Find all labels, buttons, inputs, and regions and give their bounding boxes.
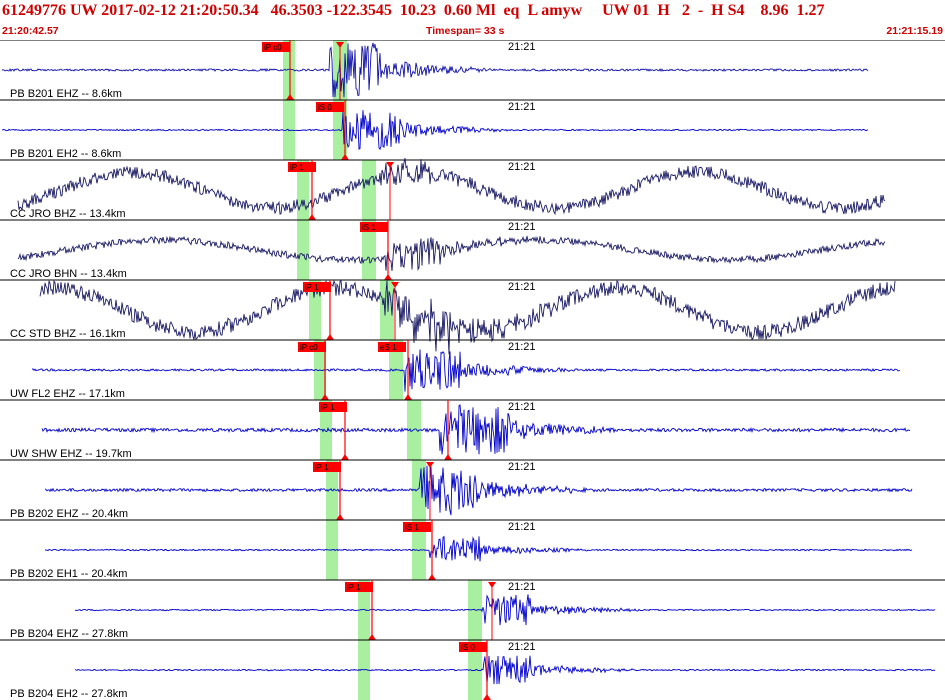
time-mark-label: 21:21 <box>508 401 536 413</box>
time-mark-label: 21:21 <box>508 221 536 233</box>
station-label: PB B202 EHZ -- 20.4km <box>10 508 128 520</box>
s-pick-label: iS 1 <box>362 223 376 232</box>
p-pick-label: iP 1 <box>315 463 329 472</box>
waveform <box>17 235 886 271</box>
time-range-bar: 21:20:42.57 Timespan= 33 s 21:21:15.19 <box>0 25 945 38</box>
waveform <box>41 404 911 455</box>
s-pick-label: eS 1 <box>380 343 397 352</box>
s-pick-marker <box>404 394 412 400</box>
window-end-time: 21:21:15.19 <box>886 25 943 37</box>
station-label: UW FL2 EHZ -- 17.1km <box>10 388 125 400</box>
time-mark-label: 21:21 <box>508 641 536 653</box>
trace-row[interactable]: 21:21 iP 1 CC JRO BHZ -- 13.4km <box>0 158 945 220</box>
waveform <box>1 110 869 151</box>
s-pick-marker <box>444 454 452 460</box>
s-pick-label: iS 0 <box>461 643 475 652</box>
p-pick-marker <box>341 454 349 460</box>
trace-row[interactable]: 21:21 iP 1 CC STD BHZ -- 16.1km <box>0 279 945 355</box>
trace-row[interactable]: 21:21 iP 1 PB B202 EHZ -- 20.4km <box>0 459 945 520</box>
time-mark-label: 21:21 <box>508 101 536 113</box>
p-pick-label: iP 1 <box>290 163 304 172</box>
waveform <box>32 349 901 392</box>
waveform <box>74 594 936 626</box>
s-pick-marker <box>428 574 436 580</box>
station-label: CC JRO BHN -- 13.4km <box>10 268 127 280</box>
station-label: UW SHW EHZ -- 19.7km <box>10 448 132 460</box>
s-window <box>362 160 376 220</box>
seismogram-panel[interactable]: 21:21 iP c0 PB B201 EHZ -- 8.6km 21:21 iS 0 P… <box>0 40 945 700</box>
window-start-time: 21:20:42.57 <box>2 25 59 37</box>
time-mark-label: 21:21 <box>508 41 536 53</box>
station-label: PB B204 EHZ -- 27.8km <box>10 628 128 640</box>
timespan-label: Timespan= 33 s <box>426 25 505 37</box>
trace-row[interactable]: 21:21 iP c0 eS 1 UW FL2 EHZ -- 17.1km <box>0 339 945 400</box>
s-pick-marker <box>384 274 392 280</box>
p-pick-label: iP c0 <box>300 343 318 352</box>
waveform <box>74 655 936 685</box>
time-mark-label: 21:21 <box>508 281 536 293</box>
s-pick-marker <box>488 582 496 588</box>
s-pick-label: iS 1 <box>405 523 419 532</box>
p-pick-label: iP c0 <box>264 43 282 52</box>
waveform <box>17 158 886 216</box>
station-label: CC JRO BHZ -- 13.4km <box>10 208 126 220</box>
s-pick-marker <box>386 162 394 168</box>
trace-row[interactable]: 21:21 iP c0 PB B201 EHZ -- 8.6km <box>0 40 945 100</box>
trace-row[interactable]: 21:21 iS 1 CC JRO BHN -- 13.4km <box>0 219 945 280</box>
time-mark-label: 21:21 <box>508 461 536 473</box>
station-label: PB B201 EH2 -- 8.6km <box>10 148 121 160</box>
p-pick-marker <box>308 214 316 220</box>
p-window <box>297 220 309 280</box>
waveform <box>39 279 896 355</box>
station-label: PB B201 EHZ -- 8.6km <box>10 88 122 100</box>
time-mark-label: 21:21 <box>508 581 536 593</box>
p-pick-marker <box>326 334 334 340</box>
p-pick-label: iP 1 <box>347 583 361 592</box>
event-header: 61249776 UW 2017-02-12 21:20:50.34 46.35… <box>0 0 945 40</box>
trace-row[interactable]: 21:21 iS 0 PB B201 EH2 -- 8.6km <box>0 99 945 160</box>
waveform <box>44 465 913 516</box>
waveform <box>1 42 869 98</box>
time-mark-label: 21:21 <box>508 341 536 353</box>
event-summary-line: 61249776 UW 2017-02-12 21:20:50.34 46.35… <box>2 2 825 19</box>
p-pick-label: iP 1 <box>305 283 319 292</box>
time-mark-label: 21:21 <box>508 521 536 533</box>
s-pick-label: iS 0 <box>318 103 332 112</box>
station-label: PB B204 EH2 -- 27.8km <box>10 688 127 700</box>
s-pick-marker <box>483 694 491 700</box>
station-label: CC STD BHZ -- 16.1km <box>10 328 126 340</box>
p-pick-label: iP 1 <box>321 403 335 412</box>
trace-row[interactable]: 21:21 iS 1 PB B202 EH1 -- 20.4km <box>0 519 945 580</box>
trace-row[interactable]: 21:21 iP 1 UW SHW EHZ -- 19.7km <box>0 399 945 460</box>
time-mark-label: 21:21 <box>508 161 536 173</box>
waveform <box>44 535 913 562</box>
station-label: PB B202 EH1 -- 20.4km <box>10 568 127 580</box>
